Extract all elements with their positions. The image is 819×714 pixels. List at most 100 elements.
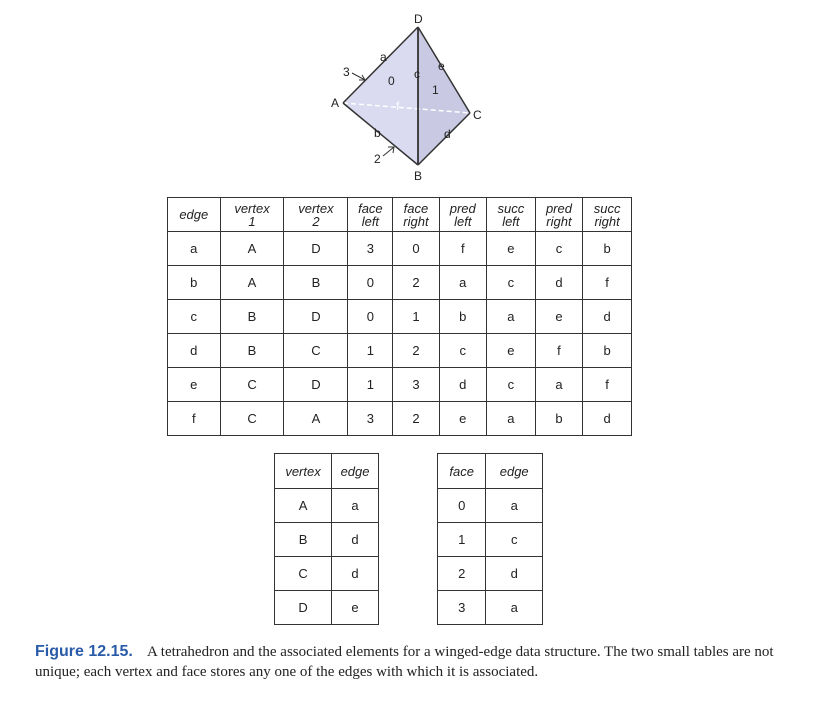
table-cell: d — [582, 299, 632, 334]
figure-label: Figure 12.15. — [35, 643, 133, 660]
column-header: edge — [485, 453, 543, 489]
table-cell: B — [219, 333, 285, 368]
table-row: fCA32eabd — [167, 401, 632, 436]
table-cell: a — [486, 299, 536, 334]
edge-label-e: e — [438, 59, 445, 73]
table-cell: 1 — [436, 522, 487, 557]
table-row: aAD30fecb — [167, 231, 632, 266]
table-cell: D — [283, 299, 349, 334]
column-header: pred right — [534, 197, 584, 232]
caption-text: A tetrahedron and the associated element… — [35, 644, 774, 680]
table-cell: 1 — [347, 367, 394, 402]
table-cell: f — [582, 265, 632, 300]
face-left-polygon — [343, 27, 418, 165]
table-cell: d — [331, 522, 379, 557]
table-cell: 3 — [347, 231, 394, 266]
face-table: face edge 0a1c2d3a — [436, 453, 543, 625]
table-cell: 3 — [436, 590, 487, 625]
table-cell: 2 — [436, 556, 487, 591]
table-cell: e — [534, 299, 584, 334]
vertex-label-b: B — [414, 169, 422, 183]
table-cell: 0 — [392, 231, 440, 266]
face-label-3: 3 — [343, 65, 350, 79]
face-label-0: 0 — [388, 74, 395, 88]
table-cell: 1 — [347, 333, 394, 368]
table-row: Bd — [273, 522, 379, 557]
tetrahedron-diagram: D A C B a b c d e f 0 1 2 3 — [331, 12, 482, 183]
column-header: vertex — [273, 453, 333, 489]
table-cell: c — [485, 522, 543, 557]
table-cell: e — [167, 367, 221, 402]
column-header: succ left — [486, 197, 536, 232]
table-cell: b — [534, 401, 584, 436]
face-label-1: 1 — [432, 83, 439, 97]
figure-caption: Figure 12.15. A tetrahedron and the asso… — [35, 642, 780, 682]
column-header: face right — [392, 197, 440, 232]
table-cell: C — [283, 333, 349, 368]
column-header: face — [436, 453, 487, 489]
table-cell: D — [283, 231, 349, 266]
table-cell: 3 — [392, 367, 440, 402]
column-header: succ right — [582, 197, 632, 232]
table-row: Cd — [273, 556, 379, 591]
table-cell: C — [219, 367, 285, 402]
table-cell: c — [167, 299, 221, 334]
table-row: 2d — [436, 556, 543, 591]
vertex-label-d: D — [414, 12, 423, 26]
vertex-table: vertex edge AaBdCdDe — [273, 453, 379, 625]
table-row: bAB02acdf — [167, 265, 632, 300]
table-row: De — [273, 590, 379, 625]
table-cell: d — [485, 556, 543, 591]
table-cell: B — [283, 265, 349, 300]
table-cell: 1 — [392, 299, 440, 334]
table-cell: e — [331, 590, 379, 625]
table-cell: D — [283, 367, 349, 402]
column-header: vertex 1 — [219, 197, 285, 232]
table-cell: b — [582, 231, 632, 266]
table-cell: f — [167, 401, 221, 436]
table-cell: d — [331, 556, 379, 591]
table-cell: 0 — [347, 265, 394, 300]
table-cell: A — [273, 488, 333, 523]
table-row: 0a — [436, 488, 543, 523]
column-header: face left — [347, 197, 394, 232]
table-cell: e — [486, 231, 536, 266]
table-cell: d — [534, 265, 584, 300]
table-row: 1c — [436, 522, 543, 557]
table-cell: c — [534, 231, 584, 266]
table-cell: 2 — [392, 401, 440, 436]
vertex-label-c: C — [473, 108, 482, 122]
table-cell: 2 — [392, 333, 440, 368]
table-cell: c — [486, 265, 536, 300]
table-cell: a — [534, 367, 584, 402]
column-header: vertex 2 — [283, 197, 349, 232]
table-header-row: edge vertex 1 vertex 2 face left face right … — [167, 197, 632, 232]
table-cell: a — [331, 488, 379, 523]
edge-label-d: d — [444, 127, 451, 141]
table-cell: c — [438, 333, 488, 368]
column-header: edge — [167, 197, 221, 232]
table-cell: a — [485, 590, 543, 625]
column-header: pred left — [438, 197, 488, 232]
table-cell: b — [438, 299, 488, 334]
table-row: Aa — [273, 488, 379, 523]
table-cell: 3 — [347, 401, 394, 436]
table-cell: e — [486, 333, 536, 368]
table-row: 3a — [436, 590, 543, 625]
face2-arrow — [382, 146, 395, 157]
table-cell: d — [438, 367, 488, 402]
table-cell: A — [219, 265, 285, 300]
table-cell: f — [438, 231, 488, 266]
edge-label-b: b — [374, 126, 381, 140]
table-cell: d — [582, 401, 632, 436]
table-header-row: face edge — [436, 453, 543, 489]
table-cell: 2 — [392, 265, 440, 300]
table-cell: a — [438, 265, 488, 300]
table-cell: f — [534, 333, 584, 368]
winged-edge-table: edge vertex 1 vertex 2 face left face right … — [167, 197, 632, 436]
table-row: dBC12cefb — [167, 333, 632, 368]
table-cell: A — [219, 231, 285, 266]
winged-edge-table-body: aAD30fecbbAB02acdfcBD01baeddBC12cefbeCD1… — [167, 231, 632, 436]
column-header: edge — [331, 453, 379, 489]
face-table-body: 0a1c2d3a — [436, 488, 543, 625]
